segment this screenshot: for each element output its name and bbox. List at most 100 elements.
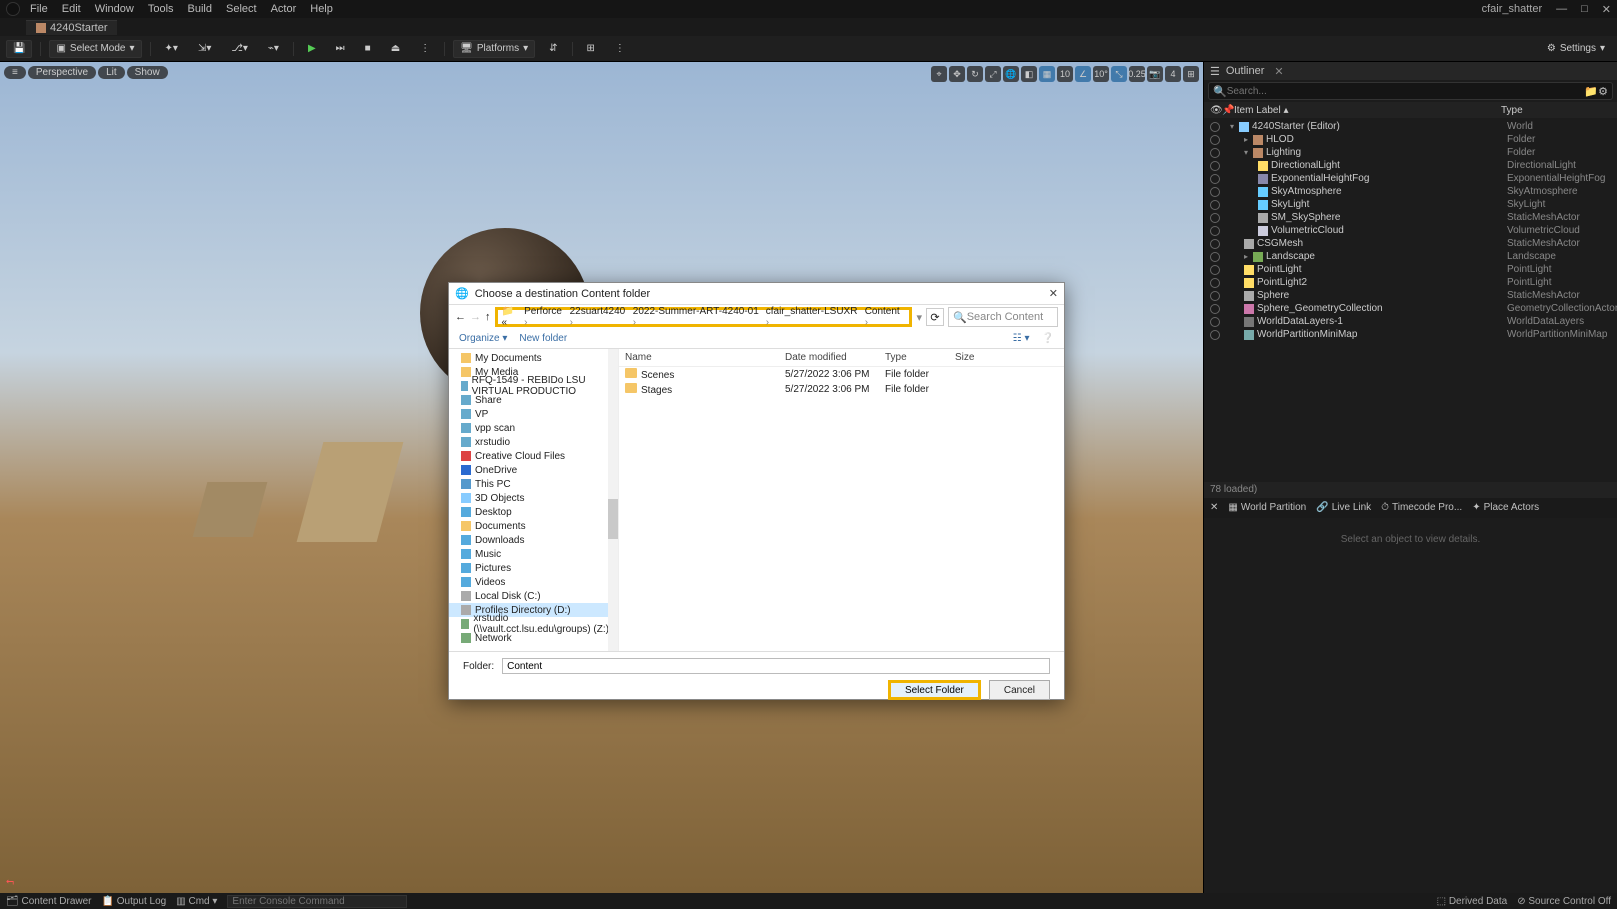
organize-dropdown[interactable]: Organize ▾ xyxy=(459,333,507,344)
outliner-row[interactable]: HLODFolder xyxy=(1204,133,1617,146)
nav-item[interactable]: Videos xyxy=(449,575,618,589)
eject-button[interactable]: ⏏ xyxy=(385,40,406,58)
stop-button[interactable]: ■ xyxy=(359,40,377,58)
save-button[interactable]: 💾 xyxy=(6,40,32,58)
menu-build[interactable]: Build xyxy=(188,3,212,15)
console-command-input[interactable] xyxy=(227,895,407,908)
level-tab[interactable]: 4240Starter xyxy=(26,20,117,35)
outliner-row[interactable]: SM_SkySphereStaticMeshActor xyxy=(1204,211,1617,224)
outliner-row[interactable]: Sphere_GeometryCollectionGeometryCollect… xyxy=(1204,302,1617,315)
camera-speed-icon[interactable]: 📷 xyxy=(1147,66,1163,82)
scale-snap-value[interactable]: 0.25 xyxy=(1129,66,1145,82)
viewport-perspective-button[interactable]: Perspective xyxy=(28,66,96,79)
source-control-button[interactable]: ⊘ Source Control Off xyxy=(1517,896,1611,907)
tab-live-link[interactable]: 🔗 Live Link xyxy=(1316,502,1371,513)
outliner-row[interactable]: SphereStaticMeshActor xyxy=(1204,289,1617,302)
visibility-toggle-icon[interactable] xyxy=(1210,200,1220,210)
grid-snap-value[interactable]: 10 xyxy=(1057,66,1073,82)
tab-world-partition[interactable]: ▦ World Partition xyxy=(1228,502,1306,513)
transform-rotate-icon[interactable]: ↻ xyxy=(967,66,983,82)
breadcrumb-segment[interactable]: 22suart4240 xyxy=(570,306,631,328)
play-button[interactable]: ▶ xyxy=(302,40,322,58)
menu-edit[interactable]: Edit xyxy=(62,3,81,15)
nav-item[interactable]: xrstudio (\\vault.cct.lsu.edu\groups) (Z… xyxy=(449,617,618,631)
platforms-dropdown[interactable]: 🖥 Platforms ▾ xyxy=(453,40,535,58)
tab-place-actors[interactable]: ✦ Place Actors xyxy=(1472,502,1539,513)
type-column[interactable]: Type xyxy=(1501,105,1611,116)
menu-tools[interactable]: Tools xyxy=(148,3,174,15)
nav-item[interactable]: Downloads xyxy=(449,533,618,547)
transform-move-icon[interactable]: ✥ xyxy=(949,66,965,82)
dialog-search[interactable]: 🔍 Search Content xyxy=(948,307,1058,327)
file-row[interactable]: Stages5/27/2022 3:06 PMFile folder xyxy=(619,382,1064,397)
menu-window[interactable]: Window xyxy=(95,3,134,15)
new-folder-button[interactable]: New folder xyxy=(519,333,567,344)
outliner-row[interactable]: DirectionalLightDirectionalLight xyxy=(1204,159,1617,172)
visibility-toggle-icon[interactable] xyxy=(1210,187,1220,197)
menu-help[interactable]: Help xyxy=(310,3,333,15)
visibility-toggle-icon[interactable] xyxy=(1210,278,1220,288)
outliner-row[interactable]: 4240Starter (Editor)World xyxy=(1204,120,1617,133)
outliner-tree[interactable]: 4240Starter (Editor)WorldHLODFolderLight… xyxy=(1204,118,1617,482)
visibility-toggle-icon[interactable] xyxy=(1210,213,1220,223)
dialog-nav-tree[interactable]: My DocumentsMy MediaRFQ-1549 - REBIDo LS… xyxy=(449,349,619,651)
visibility-toggle-icon[interactable] xyxy=(1210,226,1220,236)
outliner-tab-header[interactable]: ☰ Outliner ✕ xyxy=(1204,62,1617,80)
output-log-button[interactable]: 📋 Output Log xyxy=(102,896,167,907)
visibility-toggle-icon[interactable] xyxy=(1210,304,1220,314)
visibility-toggle-icon[interactable] xyxy=(1210,252,1220,262)
blueprint-button[interactable]: ⎇▾ xyxy=(225,40,254,58)
scale-snap-icon[interactable]: ⤡ xyxy=(1111,66,1127,82)
tree-caret-icon[interactable] xyxy=(1230,121,1236,132)
coord-space-icon[interactable]: 🌐 xyxy=(1003,66,1019,82)
nav-up-button[interactable]: ↑ xyxy=(485,311,491,323)
breadcrumb-dropdown[interactable]: ▾ xyxy=(916,311,922,324)
nav-item[interactable]: VP xyxy=(449,407,618,421)
visibility-toggle-icon[interactable] xyxy=(1210,291,1220,301)
breadcrumb-root-icon[interactable]: 📁 « xyxy=(502,306,523,328)
nav-item[interactable]: 3D Objects xyxy=(449,491,618,505)
toolbar-extra-1[interactable]: ⇵ xyxy=(543,40,563,58)
outliner-filter-folder-icon[interactable]: 📁 xyxy=(1584,85,1598,98)
play-options-button[interactable]: ⋮ xyxy=(414,40,436,58)
nav-back-button[interactable]: ← xyxy=(455,311,466,323)
col-type[interactable]: Type xyxy=(879,352,949,363)
pin-column-icon[interactable]: 📌 xyxy=(1222,105,1234,116)
toolbar-extra-2[interactable]: ⊞ xyxy=(581,40,601,58)
nav-item[interactable]: Music xyxy=(449,547,618,561)
nav-item[interactable]: RFQ-1549 - REBIDo LSU VIRTUAL PRODUCTIO xyxy=(449,379,618,393)
nav-scrollbar-thumb[interactable] xyxy=(608,499,618,539)
viewport-options-button[interactable]: ≡ xyxy=(4,66,26,79)
add-content-button[interactable]: ✦▾ xyxy=(159,40,184,58)
breadcrumb[interactable]: 📁 « Perforce22suart42402022-Summer-ART-4… xyxy=(495,307,913,327)
surface-snap-icon[interactable]: ◧ xyxy=(1021,66,1037,82)
nav-item[interactable]: xrstudio xyxy=(449,435,618,449)
nav-item[interactable]: Local Disk (C:) xyxy=(449,589,618,603)
outliner-row[interactable]: SkyLightSkyLight xyxy=(1204,198,1617,211)
outliner-row[interactable]: WorldDataLayers-1WorldDataLayers xyxy=(1204,315,1617,328)
window-maximize-button[interactable]: □ xyxy=(1581,3,1588,15)
visibility-toggle-icon[interactable] xyxy=(1210,174,1220,184)
nav-item[interactable]: This PC xyxy=(449,477,618,491)
tree-caret-icon[interactable] xyxy=(1244,251,1250,262)
skip-button[interactable]: ⏭ xyxy=(330,40,351,58)
outliner-search[interactable]: 🔍 📁 ⚙ xyxy=(1208,82,1613,100)
viewport-show-button[interactable]: Show xyxy=(127,66,168,79)
outliner-filter-settings-icon[interactable]: ⚙ xyxy=(1598,85,1608,98)
outliner-row[interactable]: VolumetricCloudVolumetricCloud xyxy=(1204,224,1617,237)
outliner-row[interactable]: CSGMeshStaticMeshActor xyxy=(1204,237,1617,250)
breadcrumb-segment[interactable]: Content xyxy=(865,306,906,328)
dialog-file-list[interactable]: Name Date modified Type Size Scenes5/27/… xyxy=(619,349,1064,651)
col-name[interactable]: Name xyxy=(619,352,779,363)
col-date[interactable]: Date modified xyxy=(779,352,879,363)
visibility-column-icon[interactable]: 👁 xyxy=(1210,105,1222,116)
visibility-toggle-icon[interactable] xyxy=(1210,161,1220,171)
visibility-toggle-icon[interactable] xyxy=(1210,122,1220,132)
select-mode-dropdown[interactable]: ▣ Select Mode ▾ xyxy=(49,40,141,58)
outliner-row[interactable]: PointLight2PointLight xyxy=(1204,276,1617,289)
angle-snap-icon[interactable]: ∠ xyxy=(1075,66,1091,82)
visibility-toggle-icon[interactable] xyxy=(1210,330,1220,340)
tree-caret-icon[interactable] xyxy=(1244,134,1250,145)
cinematics-button[interactable]: ⌁▾ xyxy=(262,40,285,58)
breadcrumb-segment[interactable]: Perforce xyxy=(524,306,568,328)
